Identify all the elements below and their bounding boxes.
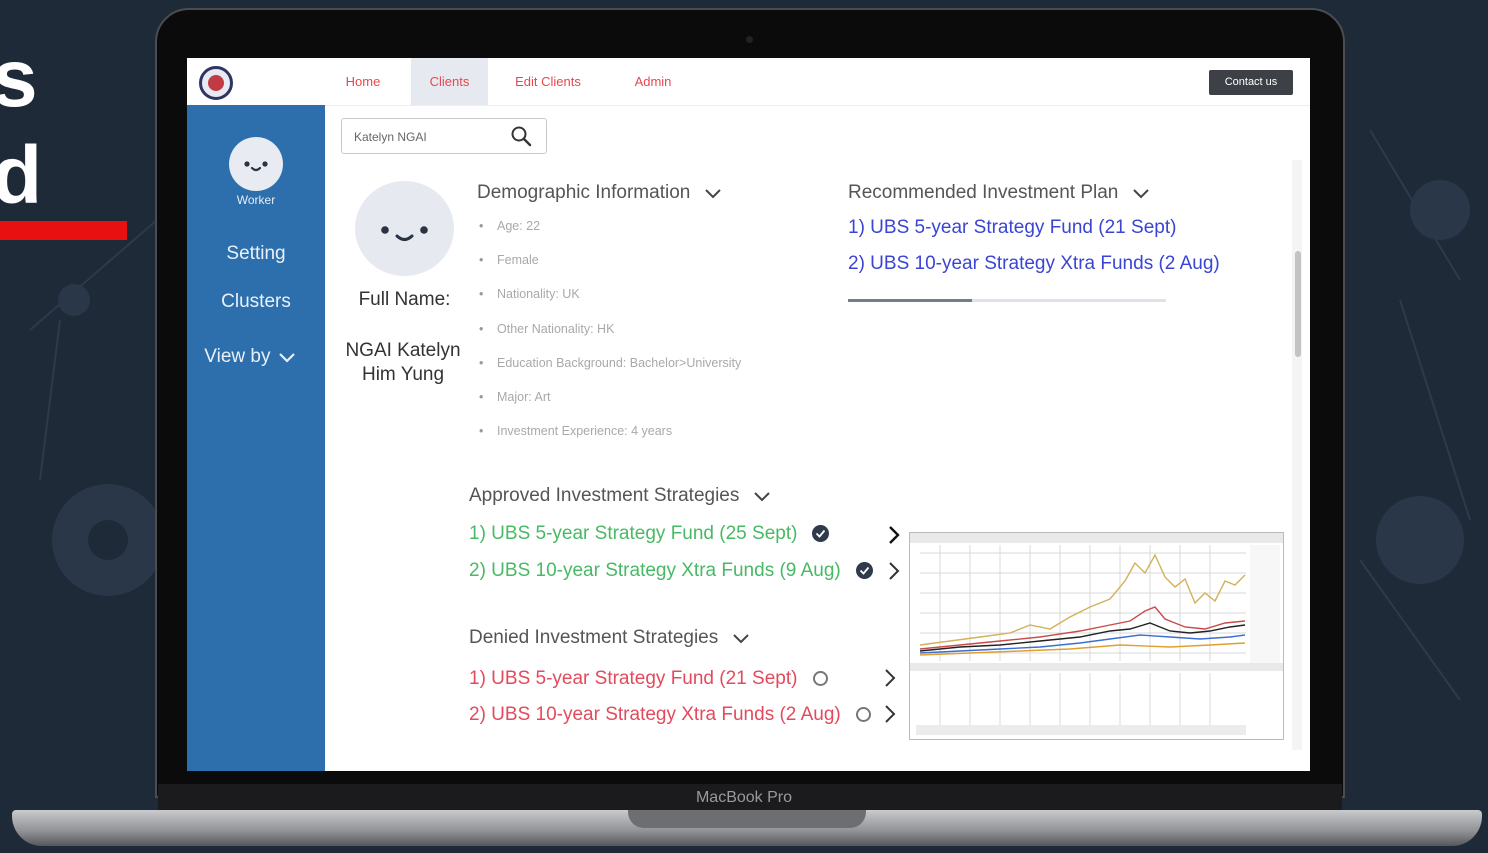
empty-circle-icon (813, 671, 828, 686)
client-avatar (355, 181, 454, 276)
demographic-item: Age: 22 (479, 216, 741, 250)
contact-us-button[interactable]: Contact us (1209, 70, 1293, 95)
demographic-list: Age: 22 Female Nationality: UK Other Nat… (479, 216, 741, 455)
scrollbar-track[interactable] (1292, 160, 1302, 750)
chart-image (910, 533, 1283, 739)
search-box (341, 118, 547, 155)
demographic-item: Education Background: Bachelor>Universit… (479, 353, 741, 387)
denied-strategy-item[interactable]: 2) UBS 10-year Strategy Xtra Funds (2 Au… (469, 704, 841, 726)
chevron-down-icon (278, 353, 295, 363)
recommended-title: Recommended Investment Plan (848, 182, 1119, 203)
chevron-right-icon[interactable] (883, 668, 897, 688)
sidebar-item-view-by[interactable]: View by (187, 346, 319, 368)
chevron-down-icon (732, 634, 749, 644)
worker-avatar[interactable] (229, 137, 283, 191)
demographic-header[interactable]: Demographic Information (477, 182, 722, 204)
recommended-progress-bar (848, 299, 1166, 302)
progress-fill (848, 299, 973, 302)
denied-header[interactable]: Denied Investment Strategies (469, 627, 750, 649)
demographic-item: Other Nationality: HK (479, 319, 741, 353)
laptop-model-label: MacBook Pro (695, 789, 793, 806)
slide-heading-fragment-2: d (0, 130, 43, 221)
full-name-value: NGAI Katelyn Him Yung (345, 340, 461, 385)
demographic-item: Female (479, 250, 741, 284)
denied-strategy-item[interactable]: 1) UBS 5-year Strategy Fund (21 Sept) (469, 668, 797, 690)
demographic-item: Investment Experience: 4 years (479, 421, 741, 455)
demographic-item: Nationality: UK (479, 284, 741, 318)
approved-header[interactable]: Approved Investment Strategies (469, 485, 771, 507)
search-icon[interactable] (510, 125, 532, 147)
nav-edit-clients[interactable]: Edit Clients (505, 58, 591, 105)
app-screen: Home Clients Edit Clients Admin Contact … (187, 58, 1310, 771)
approved-strategy-item[interactable]: 1) UBS 5-year Strategy Fund (25 Sept) (469, 523, 797, 545)
check-circle-icon (812, 525, 829, 542)
full-name-label: Full Name: (358, 289, 451, 310)
chevron-down-icon (1132, 189, 1149, 199)
sidebar-item-view-by-label: View by (204, 346, 271, 367)
chevron-right-icon[interactable] (887, 561, 901, 581)
accent-bar (0, 221, 127, 240)
chevron-down-icon (704, 189, 721, 199)
sidebar: Worker Setting Clusters View by (187, 105, 325, 771)
approved-title: Approved Investment Strategies (469, 485, 740, 506)
demographic-item: Major: Art (479, 387, 741, 421)
approved-strategy-item[interactable]: 2) UBS 10-year Strategy Xtra Funds (9 Au… (469, 560, 841, 582)
recommended-item[interactable]: 2) UBS 10-year Strategy Xtra Funds (2 Au… (848, 253, 1220, 275)
demographic-title: Demographic Information (477, 182, 691, 203)
smiley-face-icon (381, 226, 428, 241)
chevron-right-icon[interactable] (887, 525, 901, 545)
smiley-face-icon (244, 161, 268, 172)
slide-heading-fragment-1: s (0, 33, 38, 124)
scrollbar-thumb[interactable] (1295, 251, 1301, 357)
recommended-item[interactable]: 1) UBS 5-year Strategy Fund (21 Sept) (848, 217, 1176, 239)
chevron-right-icon[interactable] (883, 704, 897, 724)
laptop-notch (628, 810, 866, 828)
check-circle-icon (856, 562, 873, 579)
sidebar-role-label: Worker (236, 193, 276, 207)
nav-admin[interactable]: Admin (623, 58, 683, 105)
fund-performance-chart[interactable] (909, 532, 1284, 740)
sidebar-item-clusters[interactable]: Clusters (187, 291, 325, 313)
chevron-down-icon (753, 492, 770, 502)
search-input[interactable] (352, 119, 506, 155)
recommended-header[interactable]: Recommended Investment Plan (848, 182, 1150, 204)
top-nav: Home Clients Edit Clients Admin Contact … (187, 58, 1310, 106)
logo[interactable] (199, 66, 233, 100)
nav-clients[interactable]: Clients (411, 58, 488, 105)
denied-title: Denied Investment Strategies (469, 627, 719, 648)
nav-home[interactable]: Home (331, 58, 395, 105)
camera (746, 36, 753, 43)
empty-circle-icon (856, 707, 871, 722)
sidebar-item-setting[interactable]: Setting (187, 243, 325, 265)
